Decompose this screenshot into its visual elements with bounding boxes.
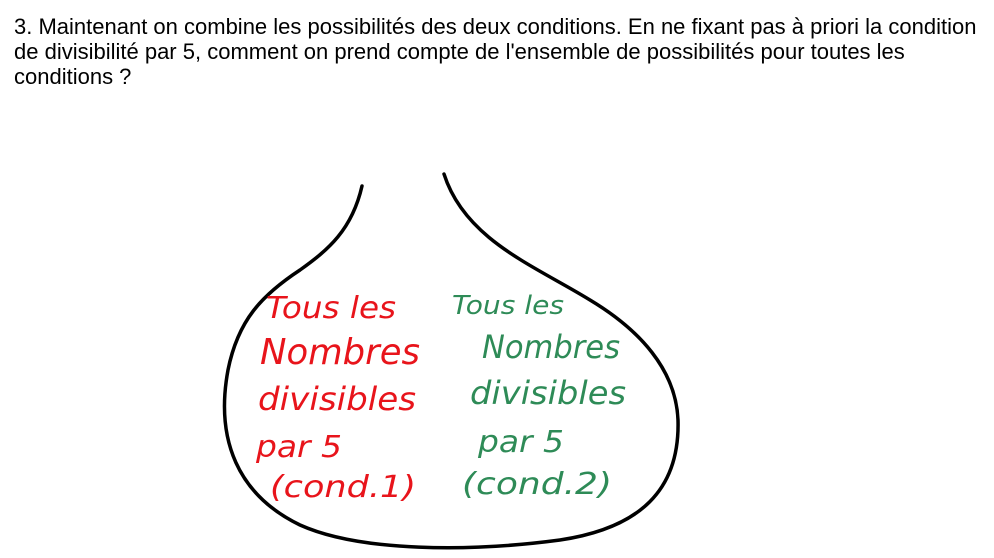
left-line-1: Tous les (266, 291, 396, 326)
left-line-2: Nombres (260, 332, 420, 373)
bag-sketch: Tous les Nombres divisibles par 5 (cond.… (222, 172, 680, 550)
left-line-5: (cond.1) (270, 470, 416, 505)
left-line-4: par 5 (255, 430, 342, 465)
left-group: Tous les Nombres divisibles par 5 (cond.… (255, 291, 420, 505)
left-line-3: divisibles (258, 380, 416, 418)
right-line-1: Tous les (452, 291, 564, 321)
right-line-4: par 5 (477, 425, 564, 460)
right-line-2: Nombres (482, 328, 620, 366)
right-line-5: (cond.2) (462, 467, 612, 502)
right-group: Tous les Nombres divisibles par 5 (cond.… (452, 291, 626, 502)
right-line-3: divisibles (470, 374, 626, 412)
